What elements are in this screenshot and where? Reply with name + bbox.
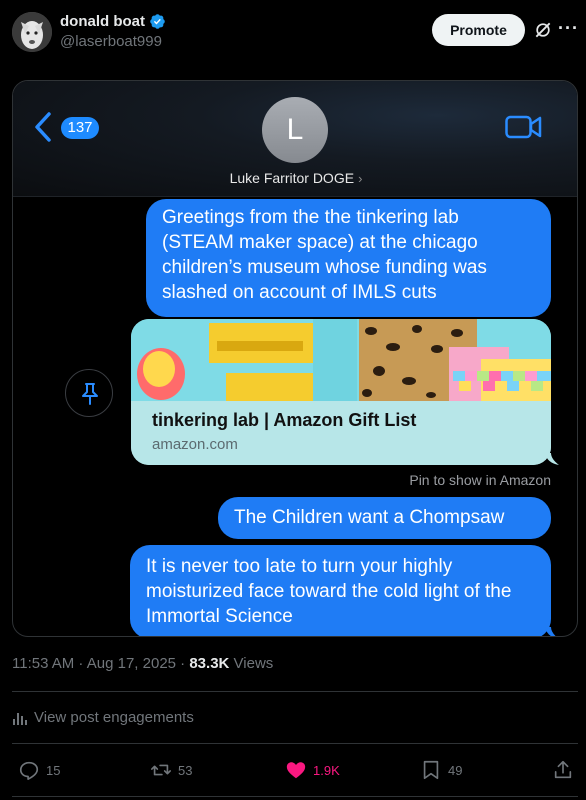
view-engagements-link[interactable]: View post engagements [12,709,194,726]
pin-icon [82,383,98,405]
bookmark-button[interactable]: 49 [420,759,462,781]
author-handle[interactable]: @laserboat999 [60,33,166,50]
divider [12,691,578,692]
link-preview-image [131,319,551,401]
reply-button[interactable]: 15 [18,759,60,781]
verified-badge-icon [150,14,165,29]
post-header: donald boat @laserboat999 Promote ··· [0,0,586,64]
divider [12,743,578,744]
pin-hint-text: Pin to show in Amazon [409,472,551,488]
heart-icon [286,762,306,779]
repost-icon [151,764,171,776]
bookmark-count: 49 [448,762,463,778]
reply-count: 15 [46,762,61,778]
link-preview-card: tinkering lab | Amazon Gift List amazon.… [131,319,551,465]
author-block: donald boat @laserboat999 [60,13,166,50]
author-name-row[interactable]: donald boat [60,13,166,30]
share-button[interactable] [552,759,574,781]
message-bubble: The Children want a Chompsaw [218,497,551,539]
unread-count-badge: 137 [61,117,99,139]
repost-button[interactable]: 53 [150,759,192,781]
more-options-icon[interactable]: ··· [558,18,578,38]
like-count: 1.9K [313,762,340,778]
contact-name-row: Luke Farritor DOGE › [13,170,577,186]
post-meta: 11:53 AM · Aug 17, 2025 · 83.3K Views [12,655,273,672]
promote-button[interactable]: Promote [432,14,525,46]
grok-icon[interactable] [533,20,553,40]
view-engagements-label[interactable]: View post engagements [34,709,194,726]
link-card-tail-icon [545,453,559,465]
author-avatar[interactable] [12,12,52,52]
author-name[interactable]: donald boat [60,13,145,30]
post-media-screenshot[interactable]: 137 L Luke Farritor DOGE › Greetings from… [12,80,578,637]
like-button[interactable]: 1.9K [285,759,340,781]
post-timestamp[interactable]: 11:53 AM · Aug 17, 2025 · [12,655,189,672]
back-chevron-icon [35,112,51,142]
contact-name: Luke Farritor DOGE [229,170,355,186]
video-call-icon [505,115,542,139]
reply-icon [19,761,39,780]
link-preview-info: tinkering lab | Amazon Gift List amazon.… [131,401,551,465]
views-count: 83.3K [189,655,230,672]
contact-chevron-icon: › [358,171,363,186]
repost-count: 53 [178,762,193,778]
bookmark-icon [423,760,439,780]
link-preview-title: tinkering lab | Amazon Gift List [152,410,417,430]
pin-button [65,369,113,417]
analytics-icon [13,712,27,725]
imessage-header: 137 L Luke Farritor DOGE › [13,81,577,197]
views-label: Views [229,655,274,672]
message-bubble: Greetings from the the tinkering lab (ST… [146,199,551,317]
message-tail-icon [545,627,556,636]
divider [12,796,578,797]
message-bubble: It is never too late to turn your highly… [130,545,551,636]
link-preview-domain: amazon.com [152,436,238,453]
share-icon [554,760,572,779]
contact-avatar: L [262,97,328,163]
